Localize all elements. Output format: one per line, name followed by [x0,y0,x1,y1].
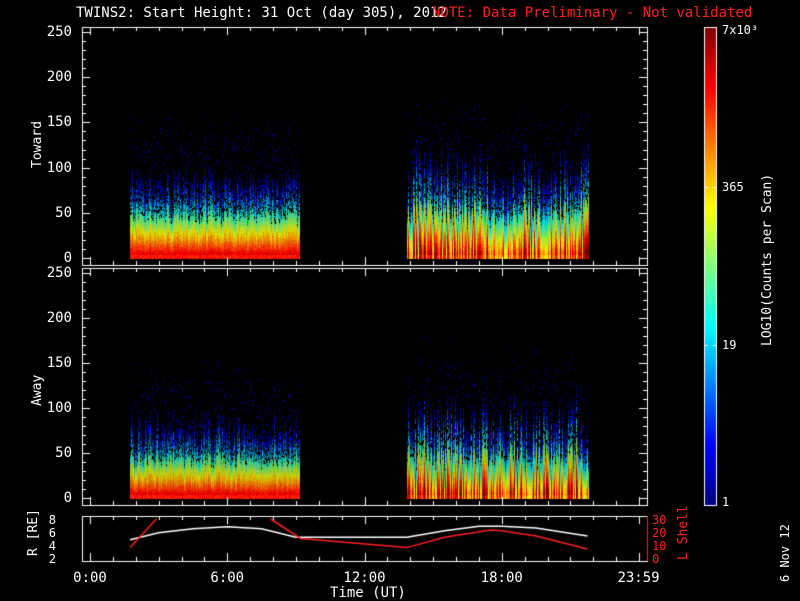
y-tick-label: 150 [46,355,72,371]
r-ylabel: R [RE] [26,509,41,556]
colorbar-tick-label: 7x10³ [722,23,759,37]
x-tick-label: 23:59 [617,570,660,586]
x-tick-label: 18:00 [480,570,523,586]
lshell-tick-label: 20 [652,526,667,540]
y-tick-label: 0 [63,490,72,506]
colorbar-tick-label: 365 [722,180,744,195]
y-tick-label: 250 [46,24,72,40]
away-ylabel: Away [30,374,45,406]
date-stamp: 6 Nov 12 [778,524,792,582]
colorbar-label: LOG10(Counts per Scan) [760,173,775,346]
lshell-tick-label: 10 [652,539,667,553]
lshell-tick-label: 30 [652,513,667,527]
x-tick-label: 6:00 [210,570,245,586]
preliminary-note: NOTE: Data Preliminary - Not validated [432,5,753,21]
plot-title: TWINS2: Start Height: 31 Oct (day 305), … [76,5,447,21]
y-tick-label: 0 [63,250,72,266]
toward-ylabel: Toward [30,121,45,168]
lshell-tick-label: 0 [652,552,660,566]
y-tick-label: 50 [55,204,72,221]
y-tick-label: 250 [46,265,72,281]
x-tick-label: 0:00 [73,570,107,586]
colorbar-tick-label: 19 [722,338,737,353]
y-tick-label: 50 [55,445,72,461]
lshell-ylabel: L Shell [676,505,691,560]
x-tick-label: 12:00 [343,570,386,586]
y-tick-label: 200 [46,310,72,326]
colorbar-tick-label: 1 [722,495,730,509]
time-xlabel: Time (UT) [330,585,406,601]
y-tick-label: 200 [46,69,72,86]
